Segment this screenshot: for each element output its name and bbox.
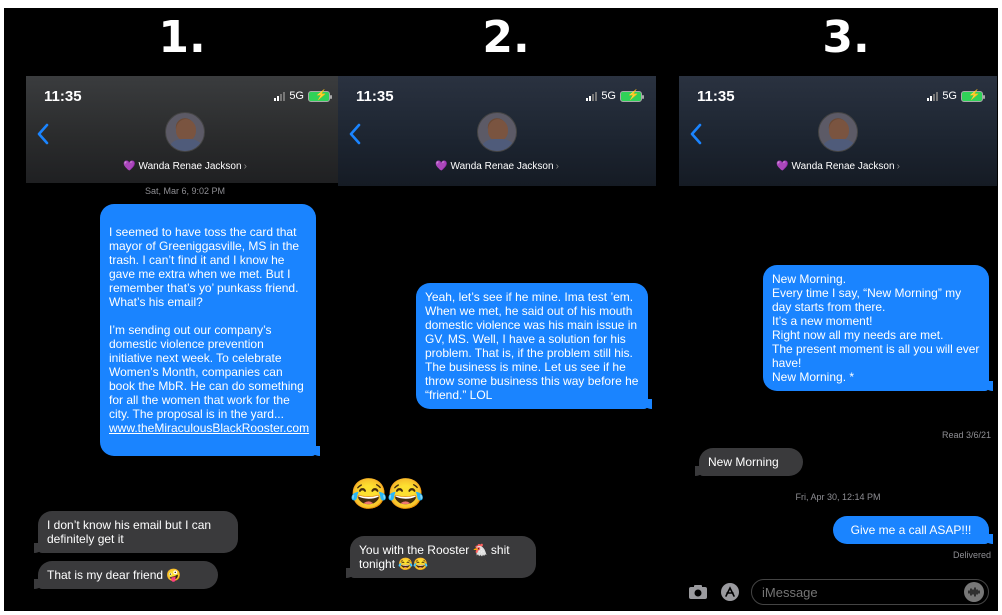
status-time: 11:35 — [44, 88, 82, 105]
avatar[interactable] — [165, 112, 205, 152]
panel-number-3: 3. — [822, 12, 870, 63]
incoming-message[interactable]: That is my dear friend 🤪 — [34, 561, 218, 589]
delivery-status: Delivered — [952, 550, 991, 560]
status-indicators: 5G ⚡ — [274, 90, 332, 102]
message-timestamp: Fri, Apr 30, 12:14 PM — [795, 492, 881, 502]
app-store-icon[interactable] — [719, 581, 741, 603]
contact-name: Wanda Renae Jackson — [450, 161, 554, 172]
screenshot-collage: 1. 2. 3. 11:35 5G ⚡ 💜 Wanda Renae Jackson… — [0, 0, 1002, 615]
message-link[interactable]: www.theMiraculousBlackRooster.com — [109, 421, 309, 435]
status-time: 11:35 — [356, 88, 394, 105]
heart-icon: 💜 — [123, 161, 136, 172]
battery-icon: ⚡ — [620, 90, 644, 102]
status-indicators: 5G ⚡ — [586, 90, 644, 102]
signal-icon — [274, 91, 286, 101]
avatar[interactable] — [818, 112, 858, 152]
message-composer — [679, 576, 997, 608]
signal-icon — [927, 91, 939, 101]
network-label: 5G — [942, 90, 957, 102]
contact-name: Wanda Renae Jackson — [791, 161, 895, 172]
emoji-message[interactable]: 😂😂 — [350, 478, 425, 512]
avatar[interactable] — [477, 112, 517, 152]
status-time: 11:35 — [697, 88, 735, 105]
panel-number-1: 1. — [158, 12, 206, 63]
contact-name: Wanda Renae Jackson — [138, 161, 242, 172]
battery-icon: ⚡ — [308, 90, 332, 102]
chevron-right-icon: › — [555, 161, 559, 172]
back-chevron-icon[interactable] — [348, 122, 362, 146]
network-label: 5G — [289, 90, 304, 102]
message-timestamp: Sat, Mar 6, 9:02 PM — [144, 186, 226, 196]
message-text: I seemed to have toss the card that mayo… — [109, 225, 304, 421]
battery-icon: ⚡ — [961, 90, 985, 102]
heart-icon: 💜 — [776, 161, 789, 172]
message-input-field[interactable] — [751, 579, 989, 605]
outgoing-message[interactable]: New Morning. Every time I say, “New Morn… — [763, 265, 993, 391]
outgoing-message[interactable]: Give me a call ASAP!!! — [833, 516, 993, 544]
contact-name-row[interactable]: 💜 Wanda Renae Jackson › — [679, 161, 997, 172]
back-chevron-icon[interactable] — [36, 122, 50, 146]
message-input[interactable] — [762, 584, 964, 600]
signal-icon — [586, 91, 598, 101]
contact-name-row[interactable]: 💜 Wanda Renae Jackson › — [338, 161, 656, 172]
heart-icon: 💜 — [435, 161, 448, 172]
conversation-screen-3: 11:35 5G ⚡ 💜 Wanda Renae Jackson › New Mor… — [679, 76, 997, 608]
chevron-right-icon: › — [896, 161, 900, 172]
incoming-message[interactable]: You with the Rooster 🐔 shit tonight 😂😂 — [346, 536, 536, 578]
outgoing-message[interactable]: I seemed to have toss the card that mayo… — [100, 204, 320, 456]
chevron-right-icon: › — [243, 161, 247, 172]
incoming-message[interactable]: New Morning — [695, 448, 803, 476]
back-chevron-icon[interactable] — [689, 122, 703, 146]
audio-icon[interactable] — [964, 582, 984, 602]
read-receipt: Read 3/6/21 — [941, 430, 991, 440]
status-indicators: 5G ⚡ — [927, 90, 985, 102]
incoming-message[interactable]: I don’t know his email but I can definit… — [34, 511, 238, 553]
camera-icon[interactable] — [687, 581, 709, 603]
network-label: 5G — [601, 90, 616, 102]
panel-number-2: 2. — [482, 12, 530, 63]
outgoing-message[interactable]: Yeah, let’s see if he mine. Ima test ’em… — [416, 283, 652, 409]
contact-name-row[interactable]: 💜 Wanda Renae Jackson › — [26, 161, 344, 172]
conversation-screen-2: 11:35 5G ⚡ 💜 Wanda Renae Jackson › Yeah, l… — [338, 76, 656, 608]
conversation-screen-1: 11:35 5G ⚡ 💜 Wanda Renae Jackson › Sat, Ma… — [26, 76, 344, 608]
